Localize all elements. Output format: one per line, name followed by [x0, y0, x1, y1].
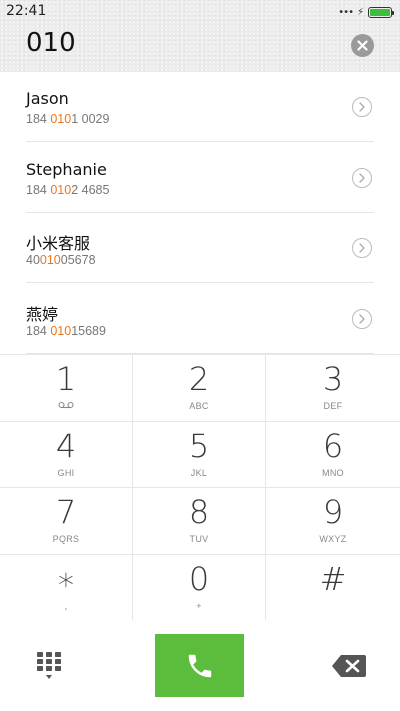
key-letters: +	[196, 600, 202, 611]
chevron-right-icon	[359, 243, 365, 253]
key-digit: 3	[322, 360, 344, 398]
key-digit: ∗	[55, 559, 77, 598]
key-digit: 7	[55, 493, 77, 531]
contact-detail-button[interactable]	[352, 238, 372, 258]
contact-name: 燕婷	[26, 304, 59, 324]
call-button[interactable]	[155, 634, 244, 697]
contact-number: 184 0101 0029	[26, 112, 109, 126]
contact-number: 4001005678	[26, 253, 96, 267]
dialpad-key-2[interactable]: 2 ABC	[133, 354, 266, 421]
number-prefix: 184	[26, 323, 51, 338]
dialpad-key-5[interactable]: 5 JKL	[133, 420, 266, 487]
status-time: 22:41	[6, 3, 47, 19]
key-digit: #	[319, 559, 347, 598]
key-letters: ABC	[189, 401, 209, 411]
key-letters: GHI	[57, 467, 75, 478]
number-match-highlight: 010	[39, 253, 61, 267]
key-digit: 0	[188, 559, 210, 598]
dialpad-icon	[37, 652, 61, 679]
status-bar: 22:41 ••• ⚡	[0, 0, 400, 24]
key-letters: ,	[64, 600, 68, 611]
chevron-right-icon	[359, 172, 365, 183]
backspace-button[interactable]	[331, 654, 367, 678]
contact-detail-button[interactable]	[352, 167, 372, 188]
chevron-right-icon	[359, 102, 365, 112]
dialpad-key-10[interactable]: ∗,	[0, 553, 133, 620]
status-icons: ••• ⚡	[338, 5, 394, 19]
number-prefix: 184	[26, 182, 51, 197]
dialed-number-input[interactable]: 010	[26, 28, 76, 58]
dialpad-key-3[interactable]: 3 DEF	[266, 354, 400, 421]
number-suffix: 05678	[60, 253, 96, 267]
number-prefix: 40	[26, 253, 40, 267]
contact-row[interactable]: 燕婷 184 01015689	[26, 284, 374, 354]
signal-icon: •••	[338, 6, 354, 18]
number-suffix: 2 4685	[71, 182, 110, 197]
phone-icon	[188, 654, 211, 677]
clear-number-button[interactable]	[351, 34, 374, 57]
key-digit: 5	[188, 426, 210, 465]
backspace-icon	[332, 655, 366, 677]
key-letters: DEF	[323, 401, 343, 411]
contact-number: 184 0102 4685	[26, 183, 109, 197]
key-digit: 9	[322, 493, 344, 531]
contact-detail-button[interactable]	[352, 97, 372, 117]
contact-name: 小米客服	[26, 234, 91, 253]
dialpad-key-12[interactable]: #	[266, 553, 400, 621]
number-match-highlight: 010	[50, 112, 72, 126]
contact-name: Jason	[26, 89, 69, 108]
dialpad-key-6[interactable]: 6 MNO	[266, 420, 400, 488]
key-digit: 4	[55, 426, 77, 465]
contact-row[interactable]: Stephanie 184 0102 4685	[26, 143, 374, 213]
contact-row[interactable]: Jason 184 0101 0029	[26, 72, 374, 142]
matched-contacts-list: Jason 184 0101 0029 Stephanie 184 0102 4685…	[0, 72, 400, 354]
chevron-right-icon	[359, 313, 365, 324]
voicemail-icon	[0, 401, 132, 411]
dialpad-key-8[interactable]: 8 TUV	[133, 487, 266, 554]
key-letters: MNO	[322, 467, 344, 478]
dialer-header: 22:41 ••• ⚡ 010	[0, 0, 400, 72]
contact-name: Stephanie	[26, 159, 107, 179]
contact-number: 184 01015689	[26, 324, 106, 338]
battery-level	[370, 8, 390, 16]
number-suffix: 1 0029	[71, 112, 110, 126]
battery-icon	[368, 6, 394, 18]
number-suffix: 15689	[71, 323, 106, 338]
number-match-highlight: 010	[50, 182, 72, 197]
dialer-action-bar	[0, 620, 400, 711]
contact-row[interactable]: 小米客服 4001005678	[26, 213, 374, 283]
dialpad-key-1[interactable]: 1	[0, 354, 133, 421]
key-letters: WXYZ	[319, 534, 347, 544]
charging-icon: ⚡	[356, 6, 364, 18]
key-digit: 8	[188, 493, 210, 531]
dialpad-key-4[interactable]: 4 GHI	[0, 420, 133, 487]
key-letters: PQRS	[52, 534, 80, 544]
dialpad-key-7[interactable]: 7 PQRS	[0, 487, 133, 554]
dialpad-key-9[interactable]: 9 WXYZ	[266, 487, 400, 554]
number-prefix: 184	[26, 112, 51, 126]
key-digit: 1	[55, 360, 77, 398]
key-digit: 6	[322, 426, 344, 465]
contact-detail-button[interactable]	[352, 308, 372, 329]
dialpad-key-11[interactable]: 0 +	[133, 553, 266, 620]
key-letters: TUV	[189, 534, 209, 544]
dialpad: 1 2 ABC 3 DEF 4 GHI 5 JKL 6 MNO 7 PQRS 8 TUV 9 WXYZ ∗, 0 + #	[0, 354, 400, 620]
key-letters: JKL	[190, 467, 208, 478]
number-match-highlight: 010	[50, 323, 72, 338]
keypad-toggle-button[interactable]	[36, 652, 62, 680]
key-digit: 2	[188, 360, 210, 398]
clear-icon	[357, 40, 368, 51]
